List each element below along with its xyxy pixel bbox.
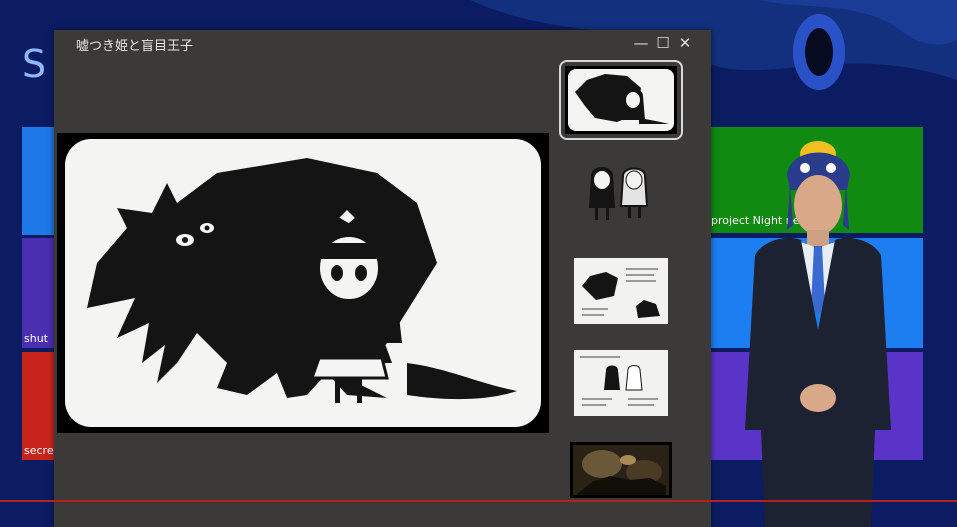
thumbnail-5[interactable] bbox=[570, 442, 672, 498]
thumbnail-3-image bbox=[574, 258, 668, 324]
maximize-button[interactable]: ☐ bbox=[655, 35, 671, 51]
thumbnail-2[interactable] bbox=[581, 158, 661, 224]
thumbnail-2-image bbox=[581, 158, 661, 224]
thumbnail-1-image bbox=[565, 66, 677, 134]
thumbnail-1[interactable] bbox=[559, 60, 683, 140]
video-progress-line bbox=[0, 500, 957, 502]
thumbnail-3[interactable] bbox=[574, 258, 668, 324]
main-artwork-wolf-and-princess bbox=[57, 133, 549, 433]
tile-label-shut: shut bbox=[24, 332, 48, 345]
thumbnail-5-image bbox=[570, 442, 672, 498]
minimize-button[interactable]: — bbox=[633, 35, 649, 51]
background-heading-letter: S bbox=[22, 42, 47, 86]
image-viewer-window: 嘘つき姫と盲目王子 — ☐ ✕ bbox=[54, 30, 711, 527]
tile-label-secret: secre bbox=[24, 444, 54, 457]
presenter-figure bbox=[745, 141, 891, 527]
main-image bbox=[57, 133, 549, 433]
close-button[interactable]: ✕ bbox=[677, 35, 693, 51]
window-title: 嘘つき姫と盲目王子 bbox=[76, 39, 194, 54]
thumbnail-4[interactable] bbox=[574, 350, 668, 416]
thumbnail-4-image bbox=[574, 350, 668, 416]
